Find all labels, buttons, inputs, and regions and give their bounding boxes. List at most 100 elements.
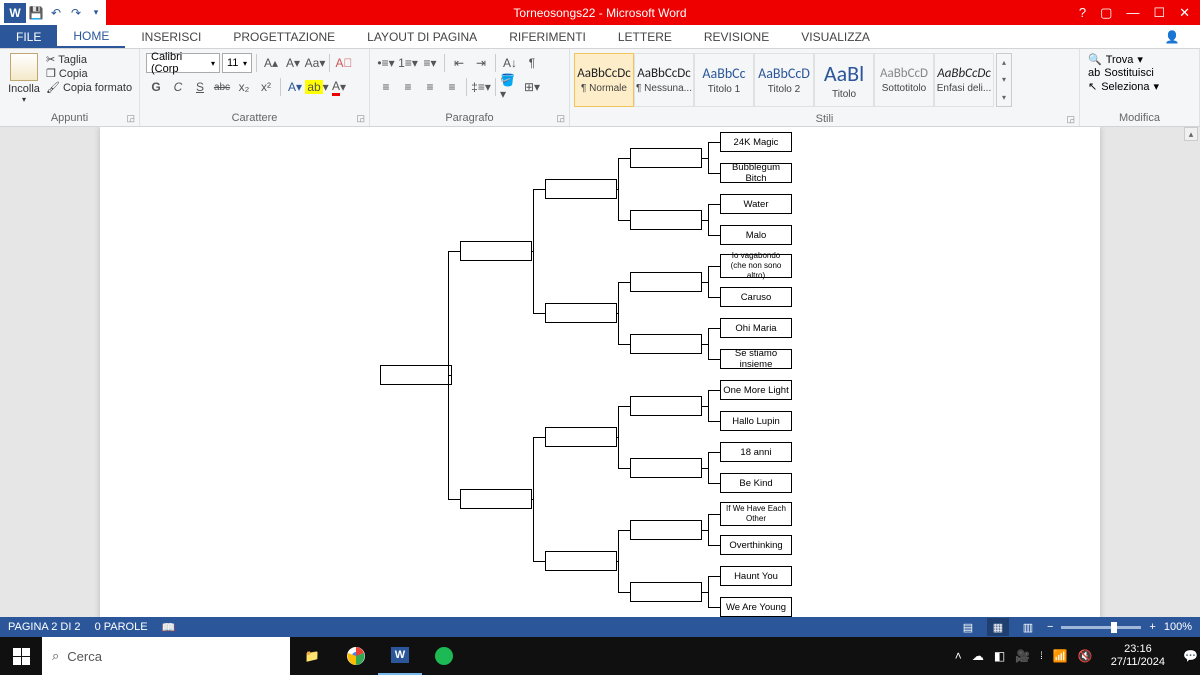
window-title: Torneosongs22 - Microsoft Word [513, 6, 686, 20]
align-left-button[interactable]: ≡ [376, 77, 396, 97]
style-title[interactable]: AaBlTitolo [814, 53, 874, 107]
grow-font-button[interactable]: A▴ [261, 53, 281, 73]
align-center-button[interactable]: ≡ [398, 77, 418, 97]
style-heading2[interactable]: AaBbCcDTitolo 2 [754, 53, 814, 107]
word-count[interactable]: 0 PAROLE [95, 621, 148, 633]
taskbar-search[interactable]: ⌕Cerca [42, 637, 290, 675]
text-effects-button[interactable]: A▾ [285, 77, 305, 97]
onedrive-icon[interactable]: ☁ [972, 649, 984, 663]
save-icon[interactable]: 💾 [26, 3, 46, 23]
chrome-icon[interactable] [334, 637, 378, 675]
tab-home[interactable]: HOME [57, 25, 125, 48]
maximize-icon[interactable]: ☐ [1153, 5, 1165, 21]
web-layout-button[interactable]: ▥ [1017, 618, 1039, 636]
launcher-icon[interactable]: ◲ [556, 113, 565, 124]
strike-button[interactable]: abc [212, 77, 232, 97]
align-right-button[interactable]: ≡ [420, 77, 440, 97]
multilevel-button[interactable]: ≡▾ [420, 53, 440, 73]
volume-icon[interactable]: 🔇 [1078, 649, 1093, 663]
find-button[interactable]: 🔍Trova ▾ [1088, 53, 1191, 66]
numbering-button[interactable]: 1≡▾ [398, 53, 418, 73]
tray-app-icon[interactable]: ◧ [994, 649, 1005, 663]
tab-references[interactable]: RIFERIMENTI [493, 25, 602, 48]
clear-format-button[interactable]: A⃠ [334, 53, 354, 73]
select-button[interactable]: ↖Seleziona ▾ [1088, 80, 1191, 93]
superscript-button[interactable]: x² [256, 77, 276, 97]
copy-button[interactable]: ❐Copia [46, 67, 132, 80]
launcher-icon[interactable]: ◲ [126, 113, 135, 124]
paste-icon [10, 53, 38, 81]
zoom-slider[interactable] [1061, 626, 1141, 629]
font-size-combo[interactable]: 11▾ [222, 53, 252, 73]
close-icon[interactable]: ✕ [1179, 5, 1190, 21]
redo-icon[interactable]: ↷ [66, 3, 86, 23]
document-area[interactable]: ▴ 24K MagicBubblegum BitchWaterMaloIo va… [0, 127, 1200, 657]
increase-indent-button[interactable]: ⇥ [471, 53, 491, 73]
explorer-icon[interactable]: 📁 [290, 637, 334, 675]
tab-insert[interactable]: INSERISCI [125, 25, 217, 48]
bracket-node [630, 582, 702, 602]
style-heading1[interactable]: AaBbCcTitolo 1 [694, 53, 754, 107]
read-mode-button[interactable]: ▤ [957, 618, 979, 636]
bracket-leaf: Io vagabondo (che non sono altro) [720, 254, 792, 278]
style-subtitle[interactable]: AaBbCcDSottotitolo [874, 53, 934, 107]
paragraph-group-label: Paragrafo [445, 112, 493, 124]
user-icon[interactable]: 👤 [1160, 25, 1184, 49]
highlight-button[interactable]: ab▾ [307, 77, 327, 97]
style-nospacing[interactable]: AaBbCcDc¶ Nessuna... [634, 53, 694, 107]
launcher-icon[interactable]: ◲ [356, 113, 365, 124]
launcher-icon[interactable]: ◲ [1066, 114, 1075, 125]
qat-more-icon[interactable]: ▾ [86, 3, 106, 23]
line-spacing-button[interactable]: ‡≡▾ [471, 77, 491, 97]
proofing-icon[interactable]: 📖 [162, 621, 176, 634]
start-button[interactable] [0, 637, 42, 675]
scroll-up-button[interactable]: ▴ [1184, 127, 1198, 141]
tab-design[interactable]: PROGETTAZIONE [217, 25, 351, 48]
show-marks-button[interactable]: ¶ [522, 53, 542, 73]
bullets-button[interactable]: •≡▾ [376, 53, 396, 73]
page-indicator[interactable]: PAGINA 2 DI 2 [8, 621, 81, 633]
decrease-indent-button[interactable]: ⇤ [449, 53, 469, 73]
italic-button[interactable]: C [168, 77, 188, 97]
shrink-font-button[interactable]: A▾ [283, 53, 303, 73]
ribbon-options-icon[interactable]: ▢ [1100, 5, 1112, 21]
clock[interactable]: 23:1627/11/2024 [1103, 643, 1173, 669]
cut-button[interactable]: ✂Taglia [46, 53, 132, 66]
notifications-icon[interactable]: 💬 [1183, 649, 1198, 663]
tab-file[interactable]: FILE [0, 25, 57, 48]
bracket-leaf: Bubblegum Bitch [720, 163, 792, 183]
paste-button[interactable]: Incolla ▾ [6, 53, 42, 110]
style-emphasis[interactable]: AaBbCcDcEnfasi deli... [934, 53, 994, 107]
zoom-in-button[interactable]: + [1149, 621, 1155, 633]
zoom-level[interactable]: 100% [1164, 621, 1192, 633]
shading-button[interactable]: 🪣▾ [500, 77, 520, 97]
replace-button[interactable]: abSostituisci [1088, 67, 1191, 79]
tray-chevron-icon[interactable]: ˄ [955, 649, 962, 663]
sort-button[interactable]: A↓ [500, 53, 520, 73]
change-case-button[interactable]: Aa▾ [305, 53, 325, 73]
minimize-icon[interactable]: — [1126, 5, 1139, 20]
zoom-out-button[interactable]: − [1047, 621, 1053, 633]
help-icon[interactable]: ? [1079, 5, 1086, 20]
wifi-icon[interactable]: 📶 [1053, 649, 1068, 663]
format-painter-button[interactable]: 🖌Copia formato [46, 81, 132, 94]
justify-button[interactable]: ≡ [442, 77, 462, 97]
styles-more-button[interactable]: ▴▾▾ [996, 53, 1012, 107]
font-color-button[interactable]: A▾ [329, 77, 349, 97]
spotify-icon[interactable] [422, 637, 466, 675]
style-normal[interactable]: AaBbCcDc¶ Normale [574, 53, 634, 107]
language-icon[interactable]: ⁞ [1040, 651, 1043, 662]
tab-review[interactable]: REVISIONE [688, 25, 785, 48]
tab-layout[interactable]: LAYOUT DI PAGINA [351, 25, 493, 48]
word-taskbar-icon[interactable]: W [378, 637, 422, 675]
print-layout-button[interactable]: ▦ [987, 618, 1009, 636]
undo-icon[interactable]: ↶ [46, 3, 66, 23]
tab-mailings[interactable]: LETTERE [602, 25, 688, 48]
borders-button[interactable]: ⊞▾ [522, 77, 542, 97]
underline-button[interactable]: S [190, 77, 210, 97]
bold-button[interactable]: G [146, 77, 166, 97]
tab-view[interactable]: VISUALIZZA [785, 25, 886, 48]
subscript-button[interactable]: x₂ [234, 77, 254, 97]
font-name-combo[interactable]: Calibri (Corp▾ [146, 53, 220, 73]
meet-icon[interactable]: 🎥 [1015, 649, 1030, 663]
